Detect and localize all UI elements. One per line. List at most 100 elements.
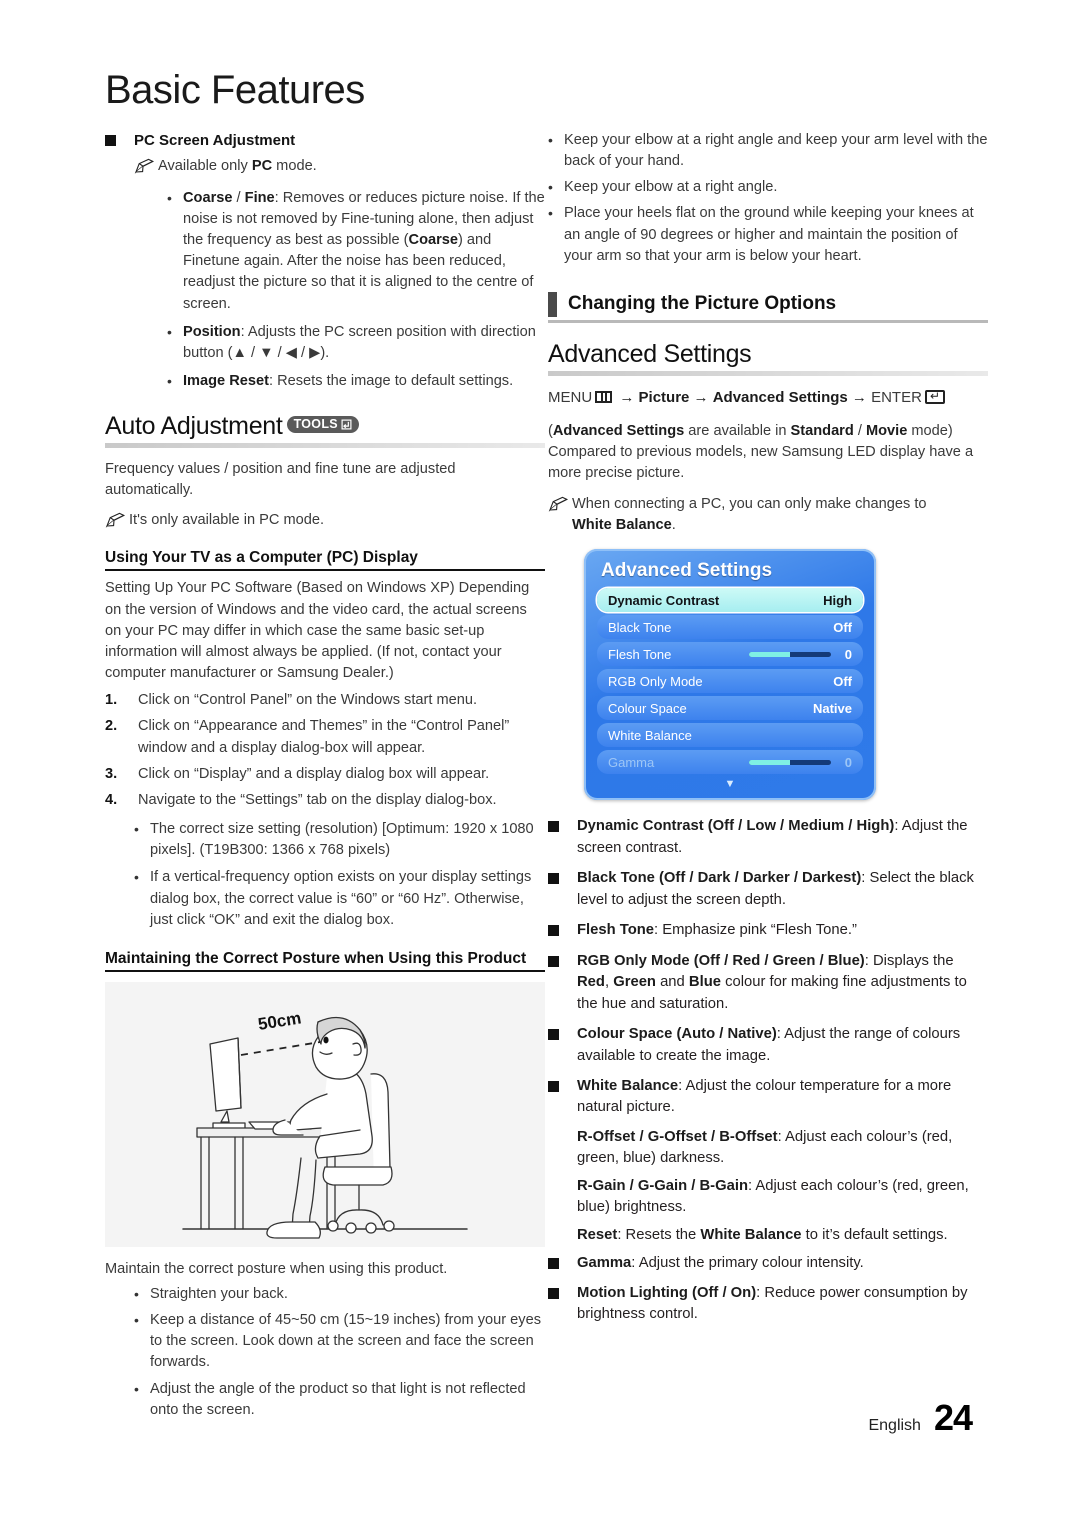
osd-row-black-tone[interactable]: Black Tone Off (597, 615, 863, 640)
option-flesh-tone-label: Flesh Tone (577, 922, 655, 939)
advanced-settings-rule (548, 370, 988, 376)
osd-row-value: High (823, 592, 852, 608)
page-footer: English 24 (868, 1397, 973, 1439)
square-bullet-icon (548, 873, 559, 885)
option-white-balance-label: White Balance (577, 1078, 679, 1094)
option-black-tone-label: Black Tone (Off / Dark / Darker / Darkes… (577, 870, 862, 887)
posture-bullets-left: • Straighten your back. • Keep a distanc… (134, 1284, 545, 1421)
osd-row-rgb-only-mode[interactable]: RGB Only Mode Off (597, 669, 863, 694)
osd-scroll-down-icon[interactable]: ▼ (591, 777, 869, 793)
auto-adjustment-note: It's only available in PC mode. (105, 510, 545, 533)
tools-badge[interactable]: TOOLS (286, 416, 359, 434)
bullet-dot-icon: • (134, 1312, 139, 1329)
bullet-dot-icon: • (167, 323, 172, 340)
posture-bullet-heels: • Place your heels flat on the ground wh… (548, 205, 974, 264)
osd-row-label: Dynamic Contrast (608, 592, 720, 608)
osd-row-flesh-tone[interactable]: Flesh Tone 0 (597, 642, 863, 667)
bullet-dot-icon: • (548, 205, 553, 222)
sub-bullet-frequency: • If a vertical-frequency option exists … (134, 869, 532, 928)
pc-display-heading: Using Your TV as a Computer (PC) Display (105, 549, 545, 572)
posture-bullet-1: • Straighten your back. (134, 1284, 545, 1305)
pc-display-steps: 1. Click on “Control Panel” on the Windo… (105, 690, 545, 811)
bullet-dot-icon: • (134, 1380, 139, 1397)
auto-adjustment-rule (105, 443, 545, 449)
menu-path: MENU → Picture → Advanced Settings → ENT… (548, 387, 988, 409)
option-gamma: Gamma: Adjust the primary colour intensi… (548, 1253, 988, 1274)
bullet-position: • Position: Adjusts the PC screen positi… (167, 322, 545, 364)
posture-illustration: 50cm (105, 981, 545, 1247)
option-white-balance: White Balance: Adjust the colour tempera… (548, 1076, 988, 1119)
option-gains-label: R-Gain / G-Gain / B-Gain (577, 1177, 748, 1194)
option-gamma-label: Gamma (577, 1255, 632, 1272)
option-black-tone: Black Tone (Off / Dark / Darker / Darkes… (548, 868, 988, 911)
step-2: 2. Click on “Appearance and Themes” in t… (105, 718, 510, 756)
bullet-image-reset: • Image Reset: Resets the image to defau… (167, 371, 545, 392)
auto-adjustment-heading: Auto Adjustment TOOLS (105, 412, 545, 441)
option-colour-space: Colour Space (Auto / Native): Adjust the… (548, 1024, 988, 1067)
tools-badge-label: TOOLS (293, 417, 338, 432)
osd-row-value: Off (833, 619, 852, 635)
menu-path-menu: MENU (548, 388, 593, 406)
auto-adjustment-note-text: It's only available in PC mode. (129, 512, 325, 529)
osd-row-colour-space[interactable]: Colour Space Native (597, 696, 863, 721)
square-bullet-icon (105, 135, 116, 146)
osd-slider[interactable] (748, 759, 831, 765)
osd-row-gamma[interactable]: Gamma 0 (597, 750, 863, 775)
step-4: 4. Navigate to the “Settings” tab on the… (105, 791, 497, 808)
right-column: • Keep your elbow at a right angle and k… (548, 130, 988, 1330)
osd-slider[interactable] (748, 651, 831, 657)
posture-heading: Maintaining the Correct Posture when Usi… (105, 950, 545, 972)
no-bullet-spacer (548, 1181, 559, 1192)
bullet-dot-icon: • (134, 869, 139, 886)
pencil-note-icon (105, 512, 129, 533)
posture-bullet-2: • Keep a distance of 45~50 cm (15~19 inc… (134, 1312, 542, 1371)
posture-illustration-svg: 50cm (182, 1008, 468, 1239)
option-motion-lighting-label: Motion Lighting (Off / On) (577, 1284, 757, 1301)
menu-path-picture: Picture (638, 388, 690, 406)
option-dynamic-contrast: Dynamic Contrast (Off / Low / Medium / H… (548, 816, 988, 859)
page-title: Basic Features (105, 68, 365, 112)
section-bar-icon (548, 291, 557, 317)
square-bullet-icon (548, 1258, 559, 1270)
pc-screen-bullets: • Coarse / Fine: Removes or reduces pict… (167, 188, 545, 392)
menu-key-icon (595, 390, 613, 403)
osd-row-value: 0 (844, 646, 852, 662)
osd-row-label: RGB Only Mode (608, 673, 703, 689)
menu-path-arrow-1: → (619, 388, 635, 406)
bullet-dot-icon: • (548, 179, 553, 196)
osd-row-value: Off (833, 673, 852, 689)
option-gamma-text: : Adjust the primary colour intensity. (631, 1255, 864, 1272)
step-3: 3. Click on “Display” and a display dial… (105, 765, 490, 782)
osd-row-label: Black Tone (608, 619, 672, 635)
osd-row-value: 0 (844, 754, 852, 770)
step-1: 1. Click on “Control Panel” on the Windo… (105, 692, 478, 709)
osd-advanced-settings-menu: Advanced Settings Dynamic Contrast High … (584, 549, 876, 801)
square-bullet-icon (548, 955, 559, 967)
osd-row-label: Gamma (608, 754, 655, 770)
square-bullet-icon (548, 1081, 559, 1092)
advanced-settings-note-text: When connecting a PC, you can only make … (572, 496, 927, 534)
posture-bullets-right: • Keep your elbow at a right angle and k… (548, 130, 988, 267)
left-column: PC Screen Adjustment Available only PC m… (105, 130, 545, 1424)
pc-screen-adjustment-heading: PC Screen Adjustment (105, 130, 545, 152)
osd-row-label: Colour Space (608, 700, 687, 716)
osd-row-dynamic-contrast[interactable]: Dynamic Contrast High (597, 588, 863, 613)
sub-bullet-resolution: • The correct size setting (resolution) … (134, 821, 534, 859)
square-bullet-icon (548, 1287, 559, 1299)
osd-row-label: White Balance (608, 727, 692, 743)
pencil-note-icon (134, 158, 158, 179)
osd-row-white-balance[interactable]: White Balance (597, 723, 863, 748)
menu-path-arrow-2: → (693, 388, 709, 406)
posture-intro: Maintain the correct posture when using … (105, 1260, 448, 1277)
menu-path-advanced: Advanced Settings (712, 388, 848, 406)
bullet-dot-icon: • (167, 373, 172, 389)
manual-page: Basic Features PC Screen Adjustment Avai… (0, 0, 1080, 1519)
osd-title: Advanced Settings (601, 560, 773, 582)
option-dynamic-contrast-label: Dynamic Contrast (Off / Low / Medium / H… (577, 818, 895, 835)
bullet-dot-icon: • (134, 1285, 139, 1302)
bullet-coarse-fine-text: Coarse / Fine: Removes or reduces pictur… (183, 189, 545, 312)
square-bullet-icon (548, 925, 559, 937)
option-motion-lighting: Motion Lighting (Off / On): Reduce power… (548, 1283, 988, 1326)
posture-bullet-3: • Adjust the angle of the product so tha… (134, 1380, 526, 1418)
bullet-image-reset-text: Image Reset: Resets the image to default… (183, 373, 514, 389)
